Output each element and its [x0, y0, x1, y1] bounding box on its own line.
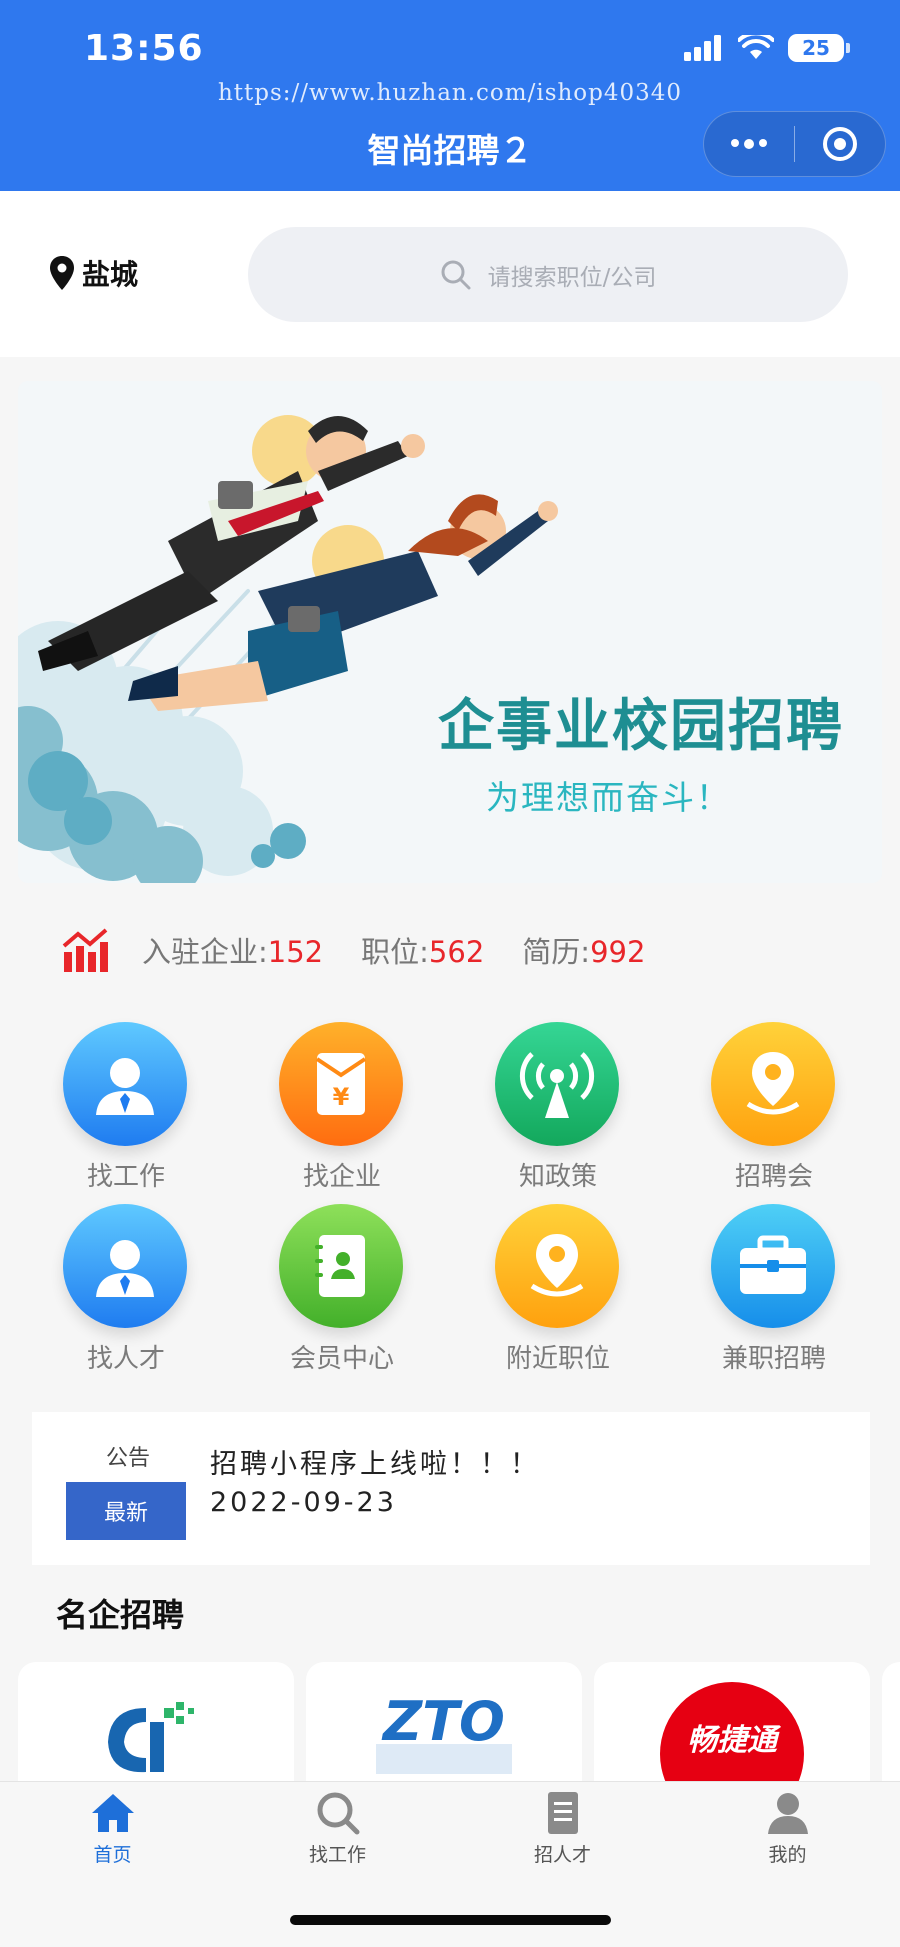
feature-find-job[interactable]: 找工作: [18, 1022, 234, 1198]
home-indicator: [290, 1915, 611, 1925]
announcement-message: 招聘小程序上线啦！！！: [210, 1449, 540, 1480]
latest-badge[interactable]: 最新: [66, 1482, 186, 1540]
close-miniprogram-button[interactable]: [795, 112, 885, 176]
user-tie-icon: [63, 1022, 187, 1146]
stat-companies: 入驻企业:152: [142, 935, 324, 969]
stat-jobs-value: 562: [428, 935, 485, 969]
banner-subtitle: 为理想而奋斗！: [486, 778, 731, 817]
user-tie-icon: [63, 1204, 187, 1328]
search-row: 盐城 请搜索职位/公司: [0, 191, 900, 357]
url-watermark: https://www.huzhan.com/ishop40340: [217, 80, 683, 106]
more-button[interactable]: [704, 112, 794, 176]
status-icons: 25: [684, 34, 850, 62]
stat-resumes: 简历:992: [522, 935, 646, 969]
company-carousel: ZTO 畅捷通: [18, 1662, 900, 1782]
status-time: 13:56: [84, 28, 204, 69]
chanjet-logo-text: 畅捷通: [687, 1723, 782, 1758]
feature-part-time[interactable]: 兼职招聘: [666, 1204, 882, 1380]
location-pin-icon: [711, 1022, 835, 1146]
company-card[interactable]: 畅捷通: [594, 1662, 870, 1782]
search-input[interactable]: 请搜索职位/公司: [248, 227, 848, 322]
hero-banner[interactable]: 企事业校园招聘 为理想而奋斗！: [18, 381, 882, 883]
wifi-icon: [738, 35, 774, 59]
feature-policy[interactable]: 知政策: [450, 1022, 666, 1198]
company-logo-chanjet: 畅捷通: [660, 1682, 804, 1782]
announcement-date: 2022-09-23: [210, 1487, 397, 1518]
feature-member-center[interactable]: 会员中心: [234, 1204, 450, 1380]
battery-indicator: 25: [788, 34, 850, 62]
feature-find-company[interactable]: ¥ 找企业: [234, 1022, 450, 1198]
announcement-card[interactable]: 公告 最新 招聘小程序上线啦！！！ 2022-09-23: [32, 1412, 870, 1565]
stats-bar: 入驻企业:152 职位:562 简历:992: [62, 925, 683, 975]
feature-find-talent[interactable]: 找人才: [18, 1204, 234, 1380]
banner-title: 企事业校园招聘: [438, 694, 844, 759]
tab-mine[interactable]: 我的: [675, 1790, 900, 1890]
contact-book-icon: [279, 1204, 403, 1328]
stat-jobs: 职位:562: [361, 935, 485, 969]
flying-people-illustration: [18, 381, 882, 883]
target-icon: [823, 127, 857, 161]
tab-home[interactable]: 首页: [0, 1790, 225, 1890]
stat-companies-value: 152: [267, 935, 324, 969]
city-selector[interactable]: 盐城: [50, 253, 138, 293]
svg-text:¥: ¥: [333, 1083, 350, 1111]
section-title-famous-companies: 名企招聘: [56, 1596, 185, 1634]
briefcase-icon: [711, 1204, 835, 1328]
feature-job-fair[interactable]: 招聘会: [666, 1022, 882, 1198]
company-logo-ci: [108, 1702, 194, 1773]
search-icon: [441, 260, 471, 289]
company-card[interactable]: ZTO: [306, 1662, 582, 1782]
home-icon: [91, 1794, 134, 1832]
map-pin-icon: [50, 256, 74, 290]
announcement-content: 招聘小程序上线啦！！！ 2022-09-23: [210, 1446, 540, 1522]
location-pin-icon: [495, 1204, 619, 1328]
company-card[interactable]: [18, 1662, 294, 1782]
tab-find-job[interactable]: 找工作: [225, 1790, 450, 1890]
app-header: 13:56 25 https://www.huzhan.com/ishop403…: [0, 0, 900, 191]
profile-icon: [767, 1793, 808, 1834]
tab-recruit[interactable]: 招人才: [450, 1790, 675, 1890]
app-root: 13:56 25 https://www.huzhan.com/ishop403…: [0, 0, 900, 1947]
announcement-tag: 公告: [105, 1446, 150, 1471]
miniprogram-capsule: [703, 111, 886, 177]
company-card[interactable]: [882, 1662, 900, 1782]
stat-resumes-value: 992: [590, 935, 646, 969]
company-logo-zto: ZTO: [376, 1690, 512, 1774]
search-icon: [317, 1792, 359, 1835]
search-placeholder: 请搜索职位/公司: [487, 264, 657, 291]
yen-envelope-icon: ¥: [279, 1022, 403, 1146]
zto-logo-text: ZTO: [381, 1690, 505, 1753]
feature-nearby-jobs[interactable]: 附近职位: [450, 1204, 666, 1380]
document-icon: [547, 1792, 578, 1834]
city-label: 盐城: [82, 258, 139, 291]
bar-chart-icon: [62, 928, 108, 972]
signal-icon: [684, 35, 721, 61]
more-dots-icon: [731, 139, 767, 149]
broadcast-icon: [495, 1022, 619, 1146]
